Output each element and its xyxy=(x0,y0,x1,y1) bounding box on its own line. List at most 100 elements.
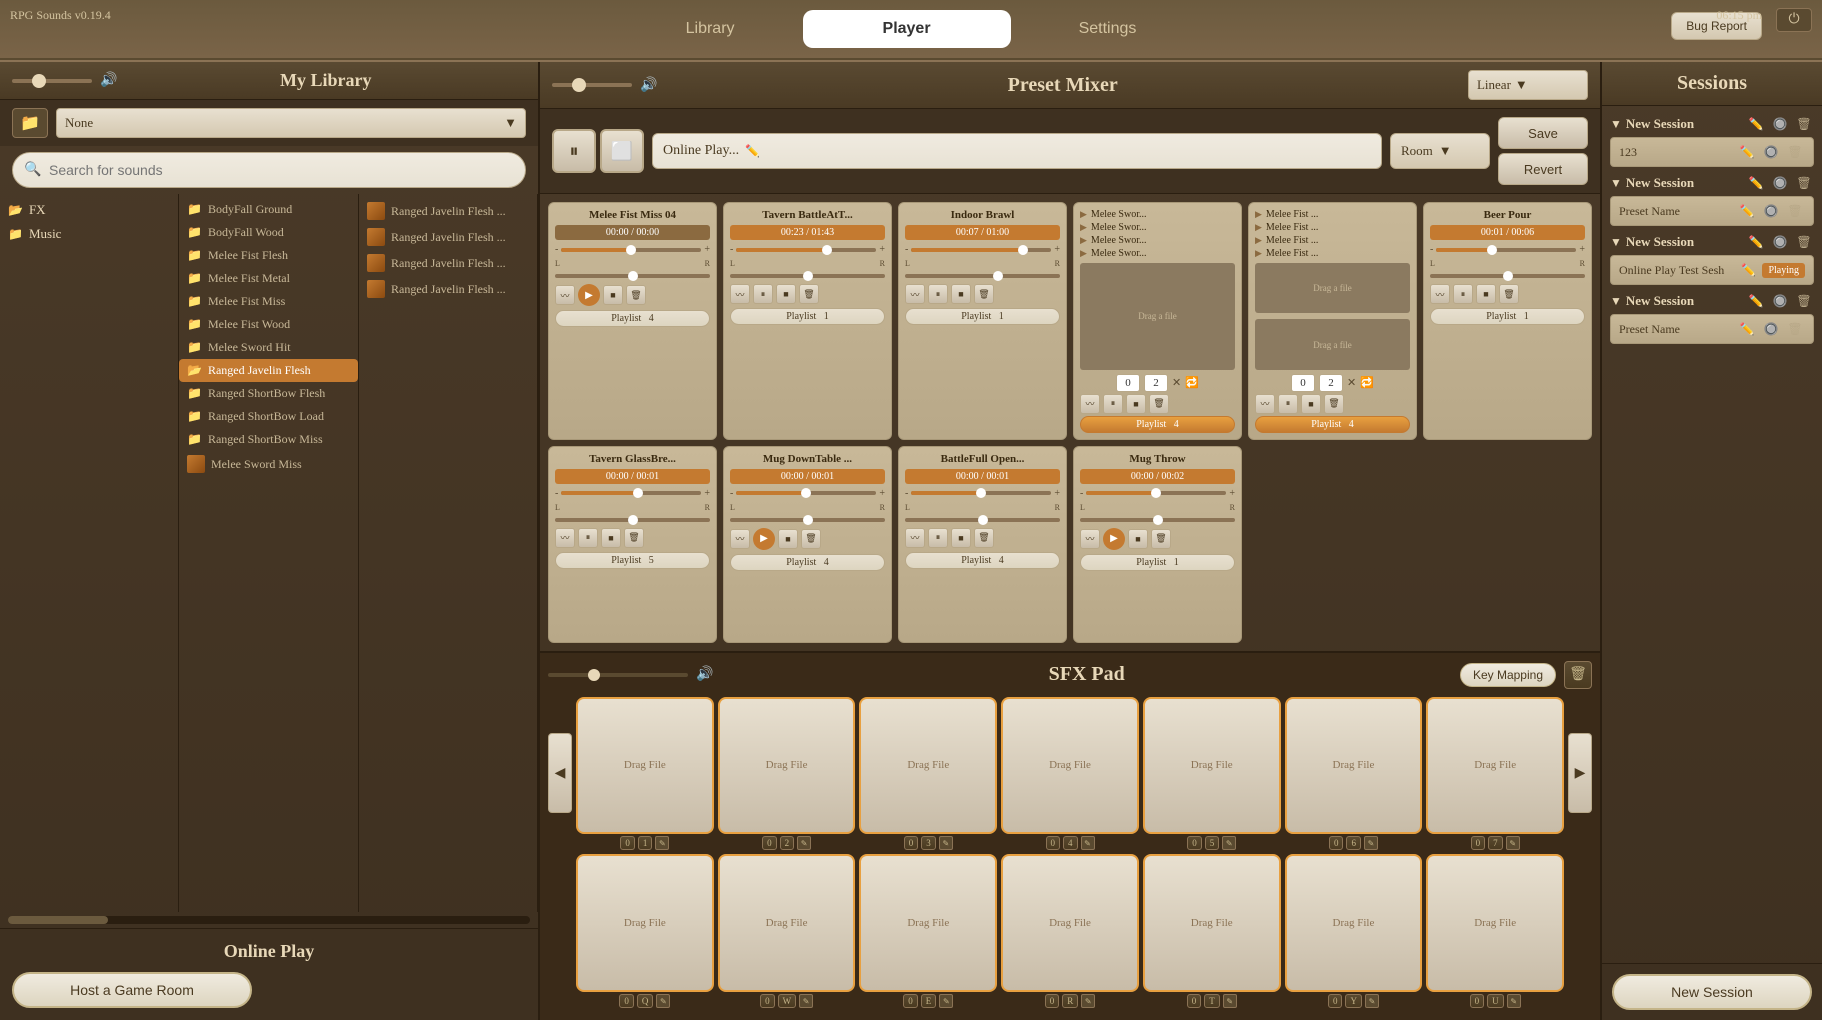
session-delete-btn-0[interactable]: 🗑 xyxy=(1794,114,1814,134)
sfx-volume-thumb[interactable] xyxy=(588,669,600,681)
waveform-icon-3[interactable]: 〰 xyxy=(1080,394,1100,414)
pan-track-1[interactable] xyxy=(730,274,885,278)
pan-thumb-2[interactable] xyxy=(993,271,1003,281)
key-edit-1[interactable]: ✎ xyxy=(797,836,811,850)
waveform-icon-4[interactable]: 〰 xyxy=(1255,394,1275,414)
sfx-pad-button-e[interactable]: Drag File xyxy=(859,854,997,992)
power-button[interactable]: ⏻ xyxy=(1776,8,1812,32)
pan-track-9[interactable] xyxy=(1080,518,1235,522)
stop-button[interactable]: ⬜ xyxy=(600,129,644,173)
pan-thumb-1[interactable] xyxy=(803,271,813,281)
folder-ranged-javelin-flesh[interactable]: 📂Ranged Javelin Flesh xyxy=(179,359,358,382)
session-info-btn-1[interactable]: 🔘 xyxy=(1770,173,1790,193)
file-1[interactable]: Ranged Javelin Flesh ... xyxy=(359,198,537,224)
vol-track-6[interactable] xyxy=(561,491,701,495)
waveform-icon-1[interactable]: 〰 xyxy=(730,284,750,304)
pan-track-8[interactable] xyxy=(905,518,1060,522)
category-fx[interactable]: 📂 FX xyxy=(0,198,178,222)
sfx-pad-button-w[interactable]: Drag File xyxy=(718,854,856,992)
session-expand-3[interactable]: ▼ xyxy=(1610,294,1622,309)
vol-minus-2[interactable]: - xyxy=(905,244,908,255)
edit-session-icon[interactable]: ✏️ xyxy=(745,144,760,159)
trash-btn-8[interactable]: 🗑 xyxy=(974,528,994,548)
vol-minus-5[interactable]: - xyxy=(1430,244,1433,255)
stop-btn-6[interactable]: ■ xyxy=(601,528,621,548)
session-preset-edit-1[interactable]: ✏️ xyxy=(1737,201,1757,221)
key-edit-e[interactable]: ✎ xyxy=(939,994,953,1008)
sfx-next-button[interactable]: ▶ xyxy=(1568,733,1592,813)
counter-box-b[interactable]: 2 xyxy=(1144,374,1168,392)
session-delete-btn-1[interactable]: 🗑 xyxy=(1794,173,1814,193)
session-delete-btn-3[interactable]: 🗑 xyxy=(1794,291,1814,311)
key-edit-5[interactable]: ✎ xyxy=(1364,836,1378,850)
pan-thumb-5[interactable] xyxy=(1503,271,1513,281)
playlist-badge-3[interactable]: Playlist 4 xyxy=(1080,416,1235,433)
sfx-pad-button-y[interactable]: Drag File xyxy=(1285,854,1423,992)
trash-btn-9[interactable]: 🗑 xyxy=(1151,529,1171,549)
session-preset-delete-3[interactable]: 🗑 xyxy=(1785,319,1805,339)
revert-button[interactable]: Revert xyxy=(1498,153,1588,185)
folder-melee-fist-flesh[interactable]: 📁Melee Fist Flesh xyxy=(179,244,358,267)
vol-track-9[interactable] xyxy=(1086,491,1226,495)
linear-select[interactable]: Linear ▼ xyxy=(1468,70,1588,100)
pause-btn-3[interactable]: ⏸ xyxy=(1103,394,1123,414)
pan-thumb-6[interactable] xyxy=(628,515,638,525)
vol-minus-9[interactable]: - xyxy=(1080,488,1083,499)
stop-btn-1[interactable]: ■ xyxy=(776,284,796,304)
session-info-btn-3[interactable]: 🔘 xyxy=(1770,291,1790,311)
playlist-badge-8[interactable]: Playlist 4 xyxy=(905,552,1060,569)
folder-melee-sword-miss[interactable]: Melee Sword Miss xyxy=(179,451,358,477)
room-select[interactable]: Room ▼ xyxy=(1390,133,1490,169)
vol-track-8[interactable] xyxy=(911,491,1051,495)
vol-minus-8[interactable]: - xyxy=(905,488,908,499)
stop-btn-9[interactable]: ■ xyxy=(1128,529,1148,549)
session-info-btn-0[interactable]: 🔘 xyxy=(1770,114,1790,134)
key-edit-4[interactable]: ✎ xyxy=(1222,836,1236,850)
trash-btn-6[interactable]: 🗑 xyxy=(624,528,644,548)
vol-track-0[interactable] xyxy=(561,248,701,252)
pause-button[interactable]: ⏸ xyxy=(552,129,596,173)
drag-file-area-4[interactable]: Drag a file xyxy=(1255,263,1410,313)
key-edit-r[interactable]: ✎ xyxy=(1081,994,1095,1008)
session-preset-edit-2[interactable]: ✏️ xyxy=(1738,260,1758,280)
key-edit-3[interactable]: ✎ xyxy=(1081,836,1095,850)
library-volume-thumb[interactable] xyxy=(32,74,46,88)
sfx-pad-button-0[interactable]: Drag File xyxy=(576,697,714,835)
sfx-trash-button[interactable]: 🗑 xyxy=(1564,661,1592,689)
waveform-icon-5[interactable]: 〰 xyxy=(1430,284,1450,304)
pan-track-7[interactable] xyxy=(730,518,885,522)
file-4[interactable]: Ranged Javelin Flesh ... xyxy=(359,276,537,302)
library-volume-slider[interactable] xyxy=(12,79,92,83)
playlist-badge-7[interactable]: Playlist 4 xyxy=(730,554,885,571)
waveform-icon-0[interactable]: 〰 xyxy=(555,285,575,305)
session-expand-1[interactable]: ▼ xyxy=(1610,176,1622,191)
pause-btn-2[interactable]: ⏸ xyxy=(928,284,948,304)
playlist-badge-4[interactable]: Playlist 4 xyxy=(1255,416,1410,433)
folder-bodyfall-wood[interactable]: 📁BodyFall Wood xyxy=(179,221,358,244)
key-mapping-button[interactable]: Key Mapping xyxy=(1460,663,1556,687)
waveform-icon-8[interactable]: 〰 xyxy=(905,528,925,548)
vol-minus-0[interactable]: - xyxy=(555,244,558,255)
playlist-badge-6[interactable]: Playlist 5 xyxy=(555,552,710,569)
counter-box-4b[interactable]: 2 xyxy=(1319,374,1343,392)
stop-btn-5[interactable]: ■ xyxy=(1476,284,1496,304)
vol-plus-7[interactable]: + xyxy=(879,488,885,499)
key-edit-2[interactable]: ✎ xyxy=(939,836,953,850)
pause-btn-6[interactable]: ⏸ xyxy=(578,528,598,548)
key-edit-q[interactable]: ✎ xyxy=(656,994,670,1008)
sfx-volume-slider[interactable] xyxy=(548,673,688,677)
session-preset-edit-0[interactable]: ✏️ xyxy=(1737,142,1757,162)
sfx-pad-button-2[interactable]: Drag File xyxy=(859,697,997,835)
key-edit-0[interactable]: ✎ xyxy=(655,836,669,850)
search-input[interactable] xyxy=(12,152,526,188)
vol-plus-8[interactable]: + xyxy=(1054,488,1060,499)
session-edit-btn-3[interactable]: ✏️ xyxy=(1746,291,1766,311)
session-info-btn-2[interactable]: 🔘 xyxy=(1770,232,1790,252)
save-button[interactable]: Save xyxy=(1498,117,1588,149)
vol-track-7[interactable] xyxy=(736,491,876,495)
play-btn-0[interactable]: ▶ xyxy=(578,284,600,306)
session-preset-edit-3[interactable]: ✏️ xyxy=(1737,319,1757,339)
session-preset-info-1[interactable]: 🔘 xyxy=(1761,201,1781,221)
pan-track-2[interactable] xyxy=(905,274,1060,278)
session-edit-btn-1[interactable]: ✏️ xyxy=(1746,173,1766,193)
